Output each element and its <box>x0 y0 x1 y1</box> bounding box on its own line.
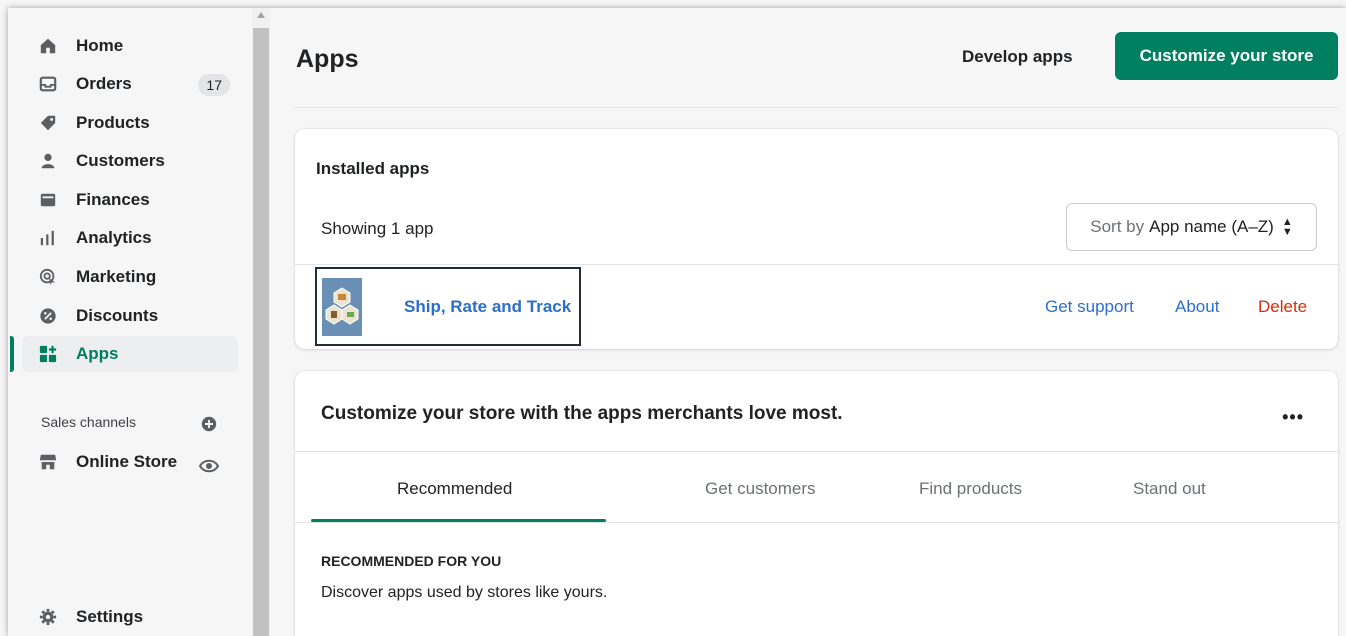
recommended-heading: RECOMMENDED FOR YOU <box>321 553 502 569</box>
sidebar-item-label: Orders <box>76 74 132 93</box>
page-title: Apps <box>296 45 359 73</box>
sidebar-item-label: Analytics <box>76 228 152 247</box>
tag-icon <box>38 113 58 133</box>
tab-stand-out[interactable]: Stand out <box>1133 479 1206 499</box>
develop-apps-button[interactable]: Develop apps <box>962 47 1073 67</box>
sidebar-item-marketing[interactable]: Marketing <box>22 259 238 295</box>
sidebar-item-customers[interactable]: Customers <box>22 143 238 179</box>
sidebar-item-settings[interactable]: Settings <box>22 599 238 635</box>
sidebar-item-home[interactable]: Home <box>22 28 238 64</box>
more-actions-icon[interactable]: ••• <box>1282 407 1304 428</box>
active-indicator <box>10 336 14 372</box>
scrollbar-thumb[interactable] <box>253 28 269 636</box>
gear-icon <box>38 607 58 627</box>
showing-count: Showing 1 app <box>321 219 434 238</box>
sort-arrows-icon: ▲ ▼ <box>1281 216 1293 238</box>
recommended-description: Discover apps used by stores like yours. <box>321 584 608 601</box>
sidebar-item-label: Finances <box>76 190 150 209</box>
apps-icon <box>38 344 58 364</box>
tab-find-products[interactable]: Find products <box>919 479 1022 499</box>
app-name-link[interactable]: Ship, Rate and Track <box>404 297 571 317</box>
sales-channels-label: Sales channels <box>41 414 136 430</box>
customize-store-button[interactable]: Customize your store <box>1115 32 1338 80</box>
header-divider <box>294 107 1338 108</box>
about-link[interactable]: About <box>1175 297 1219 317</box>
installed-apps-title: Installed apps <box>316 159 430 178</box>
app-logo-icon <box>322 277 362 336</box>
add-sales-channel-icon[interactable] <box>201 416 217 437</box>
sidebar: Home Orders 17 Products Customers Financ… <box>8 8 252 636</box>
sidebar-item-label: Settings <box>76 607 144 626</box>
sidebar-item-label: Home <box>76 36 124 55</box>
sidebar-item-apps[interactable]: Apps <box>22 336 238 372</box>
sidebar-item-products[interactable]: Products <box>22 105 238 141</box>
installed-apps-card: Installed apps Showing 1 app Sort by App… <box>295 129 1338 349</box>
bar-chart-icon <box>38 228 58 248</box>
sidebar-item-label: Online Store <box>76 452 178 471</box>
row-divider <box>295 264 1338 265</box>
get-support-link[interactable]: Get support <box>1045 297 1134 317</box>
sort-prefix: Sort by <box>1090 217 1145 236</box>
target-icon <box>38 267 58 287</box>
delete-link[interactable]: Delete <box>1258 297 1307 317</box>
sort-select[interactable]: Sort by App name (A–Z) ▲ ▼ <box>1066 203 1317 251</box>
sidebar-item-online-store[interactable]: Online Store <box>22 444 192 480</box>
store-icon <box>38 452 58 472</box>
tab-bar: Recommended Get customers Find products … <box>295 452 1338 522</box>
inbox-icon <box>38 74 58 94</box>
recommend-card: Customize your store with the apps merch… <box>295 371 1338 636</box>
main-content: Apps Develop apps Customize your store I… <box>270 8 1346 636</box>
tab-get-customers[interactable]: Get customers <box>705 479 816 499</box>
sort-value: App name (A–Z) <box>1149 217 1274 236</box>
app-row-highlight[interactable]: Ship, Rate and Track <box>315 267 581 346</box>
recommend-title: Customize your store with the apps merch… <box>321 403 843 424</box>
sidebar-item-finances[interactable]: Finances <box>22 182 238 218</box>
sidebar-scrollbar[interactable] <box>252 8 270 636</box>
app-frame: Home Orders 17 Products Customers Financ… <box>8 8 1346 636</box>
sidebar-item-label: Discounts <box>76 306 159 325</box>
discount-icon <box>38 306 58 326</box>
view-store-eye-icon[interactable] <box>198 456 220 481</box>
tabs-divider <box>295 522 1338 523</box>
sidebar-item-label: Marketing <box>76 267 157 286</box>
scroll-up-arrow-icon[interactable] <box>257 12 265 18</box>
person-icon <box>38 151 58 171</box>
sidebar-item-discounts[interactable]: Discounts <box>22 298 238 334</box>
sidebar-item-label: Products <box>76 113 150 132</box>
orders-count-badge: 17 <box>198 74 230 96</box>
sidebar-item-analytics[interactable]: Analytics <box>22 220 238 256</box>
sidebar-item-orders[interactable]: Orders 17 <box>22 66 238 102</box>
sidebar-item-label: Customers <box>76 151 165 170</box>
home-icon <box>38 36 58 56</box>
wallet-icon <box>38 190 58 210</box>
sidebar-item-label: Apps <box>76 344 119 363</box>
tab-recommended[interactable]: Recommended <box>397 479 512 499</box>
